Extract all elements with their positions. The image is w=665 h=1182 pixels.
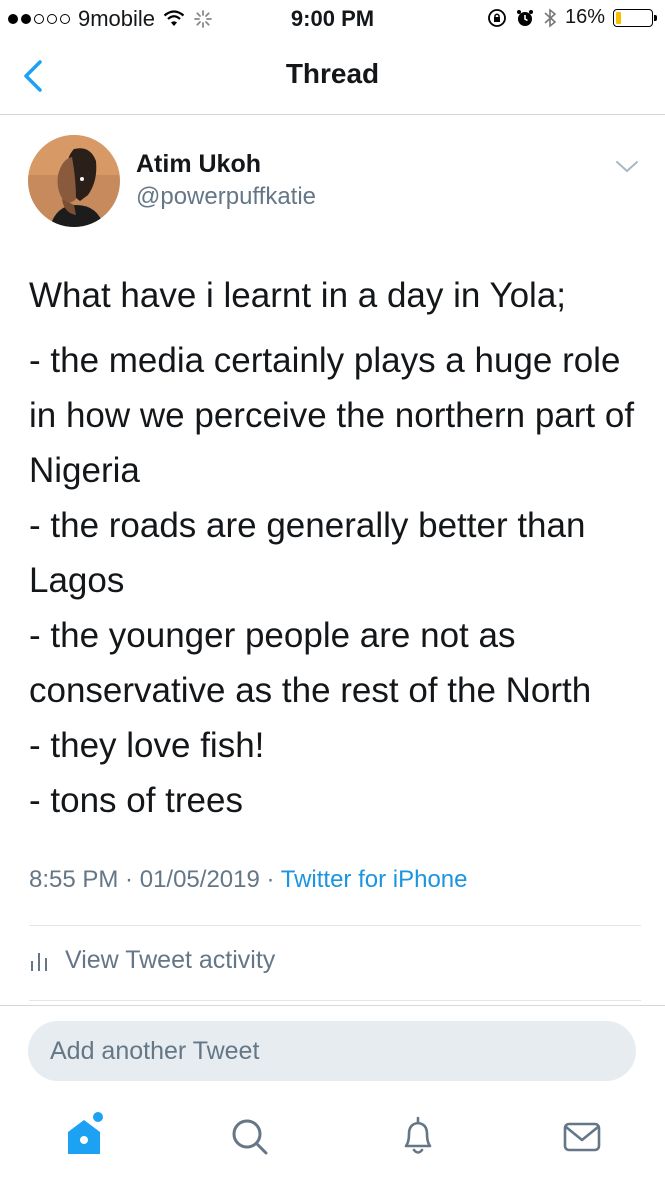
view-tweet-activity-label: View Tweet activity xyxy=(65,946,276,974)
tweet-date: 01/05/2019 xyxy=(139,866,260,893)
status-bar: 9mobile 9:00 PM 16% xyxy=(0,0,665,38)
home-icon xyxy=(68,1112,103,1154)
meta-separator: · xyxy=(118,866,140,893)
chevron-down-icon xyxy=(616,161,638,173)
orientation-lock-icon xyxy=(488,8,506,27)
avatar[interactable] xyxy=(28,135,120,227)
tweet-text-line: - they love fish! xyxy=(29,726,265,765)
tweet-text: What have i learnt in a day in Yola; - t… xyxy=(29,268,654,828)
tweet-text-line: - the younger people are not as conserva… xyxy=(29,616,592,710)
messages-icon xyxy=(563,1122,601,1152)
tweet-text-intro: What have i learnt in a day in Yola; xyxy=(29,276,567,315)
tweet-source-link[interactable]: Twitter for iPhone xyxy=(281,866,468,893)
tweet-text-line: - the roads are generally better than La… xyxy=(29,506,586,600)
tweet-time: 8:55 PM xyxy=(29,866,119,893)
battery-icon xyxy=(613,8,657,27)
navigation-bar: Thread xyxy=(0,38,665,115)
tab-search[interactable] xyxy=(226,1112,274,1160)
tab-home[interactable] xyxy=(62,1112,110,1160)
view-tweet-activity-button[interactable]: View Tweet activity xyxy=(29,946,275,975)
add-tweet-input[interactable]: Add another Tweet xyxy=(28,1021,636,1081)
notifications-icon xyxy=(404,1116,432,1154)
tweet-text-line: - tons of trees xyxy=(29,781,243,820)
search-icon xyxy=(232,1119,268,1155)
divider xyxy=(0,1005,665,1006)
tab-notifications[interactable] xyxy=(394,1112,442,1160)
tab-messages[interactable] xyxy=(558,1112,606,1160)
tweet-text-line: - the media certainly plays a huge role … xyxy=(29,341,635,490)
status-right: 16% xyxy=(487,6,657,29)
tweet-options-button[interactable] xyxy=(614,158,640,176)
bluetooth-icon xyxy=(544,7,557,28)
author-handle[interactable]: @powerpuffkatie xyxy=(136,183,316,211)
alarm-icon xyxy=(516,9,533,26)
battery-percent: 16% xyxy=(564,6,605,28)
page-title: Thread xyxy=(285,58,380,89)
author-name[interactable]: Atim Ukoh xyxy=(136,150,261,179)
meta-separator: · xyxy=(259,866,281,893)
divider xyxy=(29,925,641,926)
divider xyxy=(29,1000,641,1001)
tweet-meta: 8:55 PM · 01/05/2019 · Twitter for iPhon… xyxy=(29,866,468,894)
bar-chart-icon xyxy=(31,952,47,971)
